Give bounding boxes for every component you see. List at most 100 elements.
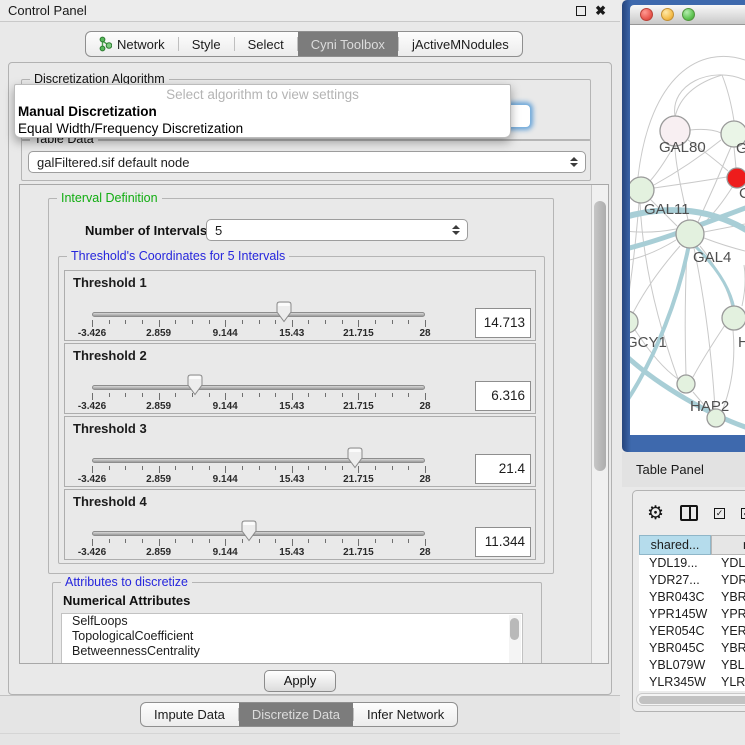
- algorithm-option-equal-width-frequency-discretization[interactable]: Equal Width/Frequency Discretization: [15, 120, 510, 137]
- tab-label: Cyni Toolbox: [311, 37, 385, 52]
- table-row[interactable]: YPR145WYPR1: [639, 606, 745, 623]
- threshold-value-field[interactable]: 6.316: [475, 381, 531, 411]
- table-cell[interactable]: YBR043C: [639, 589, 711, 606]
- threshold-slider-track[interactable]: [92, 458, 425, 463]
- axis-label: -3.426: [78, 328, 106, 339]
- tab-label: Style: [192, 37, 221, 52]
- network-node-gcy1[interactable]: [630, 311, 638, 333]
- table-cell[interactable]: YLR345W: [639, 674, 711, 691]
- table-cell[interactable]: YBL079W: [639, 657, 711, 674]
- table-cell[interactable]: YER0: [711, 623, 745, 640]
- network-canvas[interactable]: GAL80GALCGAL11GAL4GCY1HHAP2: [630, 25, 745, 435]
- network-node-label: C: [739, 185, 745, 202]
- attributes-list-scrollbar-thumb[interactable]: [510, 618, 519, 640]
- table-cell[interactable]: YBL0: [711, 657, 745, 674]
- table-cell[interactable]: YDR27...: [639, 572, 711, 589]
- tab-style[interactable]: Style: [179, 32, 234, 56]
- table-data-combobox[interactable]: galFiltered.sif default node: [28, 151, 586, 173]
- attributes-group-title: Attributes to discretize: [61, 575, 192, 589]
- threshold-slider-thumb[interactable]: [187, 374, 203, 396]
- zoom-traffic-light[interactable]: [682, 8, 695, 21]
- threshold-label: Threshold 1: [73, 275, 147, 290]
- table-row[interactable]: YDL19...YDL1: [639, 555, 745, 572]
- tab-label: Discretize Data: [252, 707, 340, 722]
- tab-impute-data[interactable]: Impute Data: [141, 703, 238, 726]
- checkbox-icon[interactable]: ✓: [741, 508, 745, 519]
- tab-discretize-data[interactable]: Discretize Data: [239, 703, 353, 726]
- network-node-gal11[interactable]: [630, 177, 654, 203]
- table-cell[interactable]: YPR145W: [639, 606, 711, 623]
- column-header-shared[interactable]: shared...: [639, 535, 711, 555]
- tab-label: Infer Network: [367, 707, 444, 722]
- table-cell[interactable]: YLR3: [711, 674, 745, 691]
- attribute-item-selfloops[interactable]: SelfLoops: [62, 614, 522, 629]
- algorithm-option-manual-discretization[interactable]: Manual Discretization: [15, 103, 510, 120]
- threshold-slider-thumb[interactable]: [241, 520, 257, 542]
- tab-network[interactable]: Network: [86, 32, 178, 56]
- numerical-attributes-list: SelfLoopsTopologicalCoefficientBetweenne…: [61, 613, 523, 664]
- table-cell[interactable]: YBR0: [711, 589, 745, 606]
- attribute-item-topologicalcoefficient[interactable]: TopologicalCoefficient: [62, 629, 522, 644]
- axis-label: 21.715: [343, 401, 374, 412]
- table-cell[interactable]: YBR045C: [639, 640, 711, 657]
- table-cell[interactable]: YDR2: [711, 572, 745, 589]
- table-cell[interactable]: YBR0: [711, 640, 745, 657]
- number-of-intervals-combobox[interactable]: 5: [206, 219, 468, 241]
- attributes-list-scrollbar: [509, 615, 521, 664]
- axis-label: 2.859: [146, 474, 171, 485]
- table-row[interactable]: YBR043CYBR0: [639, 589, 745, 606]
- tab-cyni-toolbox[interactable]: Cyni Toolbox: [298, 32, 398, 56]
- axis-label: 9.144: [213, 474, 238, 485]
- node-table: shared...na YDL19...YDL1YDR27...YDR2YBR0…: [639, 535, 745, 691]
- network-window-titlebar[interactable]: [630, 5, 745, 25]
- tab-infer-network[interactable]: Infer Network: [354, 703, 457, 726]
- network-node-h[interactable]: [722, 306, 745, 330]
- network-node-label: GAL11: [644, 201, 690, 218]
- table-cell[interactable]: YER054C: [639, 623, 711, 640]
- checkbox-icon[interactable]: ✓: [714, 508, 725, 519]
- threshold-slider-track[interactable]: [92, 312, 425, 317]
- threshold-value-field[interactable]: 11.344: [475, 527, 531, 557]
- attribute-item-betweennesscentrality[interactable]: BetweennessCentrality: [62, 644, 522, 659]
- threshold-slider-thumb[interactable]: [276, 301, 292, 323]
- close-traffic-light[interactable]: [640, 8, 653, 21]
- table-row[interactable]: YBL079WYBL0: [639, 657, 745, 674]
- column-header-na[interactable]: na: [711, 535, 745, 555]
- table-row[interactable]: YER054CYER0: [639, 623, 745, 640]
- table-cell[interactable]: YDL1: [711, 555, 745, 572]
- network-node[interactable]: [707, 409, 725, 427]
- stepper-arrows-icon: [452, 225, 460, 235]
- threshold-slider-track[interactable]: [92, 385, 425, 390]
- axis-label: 28: [419, 474, 430, 485]
- table-panel-title: Table Panel: [622, 462, 704, 477]
- threshold-1-box: Threshold 1-3.4262.8599.14415.4321.71528…: [64, 270, 536, 341]
- axis-label: -3.426: [78, 474, 106, 485]
- axis-label: 28: [419, 401, 430, 412]
- threshold-value-field[interactable]: 21.4: [475, 454, 531, 484]
- application-window: Control Panel ✖ NetworkStyleSelectCyni T…: [0, 0, 745, 745]
- threshold-slider-track[interactable]: [92, 531, 425, 536]
- settings-scrollbar-thumb[interactable]: [594, 201, 606, 471]
- axis-label: 21.715: [343, 328, 374, 339]
- tab-label: jActiveMNodules: [412, 37, 509, 52]
- tab-select[interactable]: Select: [235, 32, 297, 56]
- network-node-hap2[interactable]: [677, 375, 695, 393]
- table-cell[interactable]: YDL19...: [639, 555, 711, 572]
- thresholds-group-title: Threshold's Coordinates for 5 Intervals: [67, 249, 289, 263]
- table-cell[interactable]: YPR1: [711, 606, 745, 623]
- table-row[interactable]: YLR345WYLR3: [639, 674, 745, 691]
- split-columns-icon[interactable]: [680, 505, 698, 521]
- table-row[interactable]: YBR045CYBR0: [639, 640, 745, 657]
- network-node-gal4[interactable]: [676, 220, 704, 248]
- threshold-value-field[interactable]: 14.713: [475, 308, 531, 338]
- table-row[interactable]: YDR27...YDR2: [639, 572, 745, 589]
- gear-icon[interactable]: ⚙: [647, 504, 664, 523]
- minimize-traffic-light[interactable]: [661, 8, 674, 21]
- threshold-slider-thumb[interactable]: [347, 447, 363, 469]
- close-icon[interactable]: ✖: [595, 6, 606, 16]
- apply-button[interactable]: Apply: [264, 670, 336, 692]
- tab-label: Impute Data: [154, 707, 225, 722]
- float-window-icon[interactable]: [576, 6, 586, 16]
- tab-jactivemnodules[interactable]: jActiveMNodules: [399, 32, 522, 56]
- table-hscrollbar-thumb[interactable]: [639, 696, 745, 704]
